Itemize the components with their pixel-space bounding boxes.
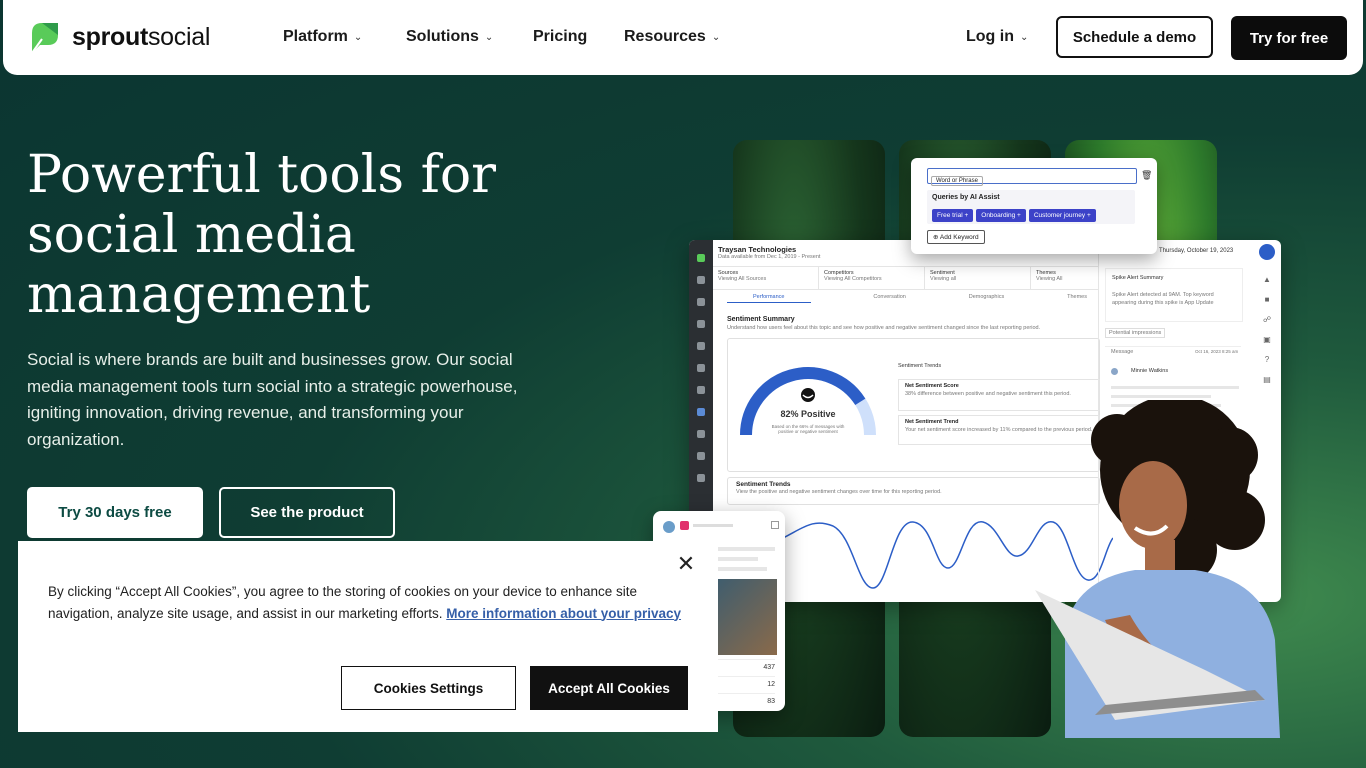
login-menu[interactable]: Log in ⌄ [966,28,1028,46]
alert-text: Spike Alert detected at 9AM. Top keyword… [1112,292,1214,306]
gauge-label: 82% Positive [780,409,836,419]
compose-icon[interactable] [1259,244,1275,260]
schedule-demo-button[interactable]: Schedule a demo [1056,16,1213,58]
tab-conversation[interactable]: Conversation [873,294,905,303]
plus-icon: ⊕ [933,234,939,241]
chevron-down-icon: ⌄ [1019,31,1029,43]
privacy-link[interactable]: More information about your privacy [446,606,681,621]
sprout-social-logo[interactable]: sproutsocial [28,19,210,55]
close-icon[interactable]: ✕ [675,553,697,575]
spike-alert-card: Spike Alert Summary Spike Alert detected… [1105,268,1243,322]
tab-demographics[interactable]: Demographics [969,294,1004,303]
ai-query-card: Word or Phrase 🗑 Queries by AI Assist Fr… [911,158,1157,254]
sprout-leaf-icon [31,23,58,54]
query-chips: Free trial + Onboarding + Customer journey… [927,201,1135,222]
nav-resources-label: Resources [624,28,706,45]
potential-impressions-select[interactable]: Potential impressions [1105,328,1166,338]
instagram-icon [680,521,689,530]
chevron-down-icon: ⌄ [353,31,363,43]
avatar [663,521,675,533]
chip-free-trial[interactable]: Free trial + [932,209,974,222]
add-keyword-button[interactable]: ⊕ Add Keyword [927,230,985,244]
login-label: Log in [966,28,1014,45]
compass-icon [697,298,705,306]
post-image [717,579,777,655]
tab-performance[interactable]: Performance [727,294,811,303]
date-header: Thursday, October 19, 2023 [1159,248,1234,254]
toolbar-icons: ▲ ■ ☍ ▣? ▤ [1262,275,1272,384]
filter-sources[interactable]: Sources Viewing All Sources [713,267,819,289]
bot-icon [697,452,705,460]
text-placeholder [1111,386,1239,389]
nav-solutions[interactable]: Solutions ⌄ [406,28,493,46]
nav-platform[interactable]: Platform ⌄ [283,28,362,46]
checkbox[interactable] [771,521,779,529]
ai-assist-panel: Queries by AI Assist Free trial + Onboard… [927,190,1135,224]
list-icon [697,364,705,372]
star-icon [697,474,705,482]
folder-icon [697,276,705,284]
cookie-consent-banner: ✕ By clicking “Accept All Cookies”, you … [18,541,718,732]
ai-assist-heading: Queries by AI Assist [932,194,1000,201]
trends-heading: Sentiment Trends [898,363,942,369]
dashboard-tabs: Performance Conversation Demographics Th… [727,294,1087,303]
nav-solutions-label: Solutions [406,28,479,45]
pin-icon [697,342,705,350]
send-icon [697,386,705,394]
tab-themes[interactable]: Themes [1067,294,1087,303]
avatar [1111,368,1118,375]
reports-icon [697,430,705,438]
alert-title: Spike Alert Summary [1112,275,1164,281]
try-free-button[interactable]: Try for free [1231,16,1347,60]
text-placeholder [1111,395,1211,398]
filter-competitors[interactable]: Competitors Viewing All Competitors [819,267,925,289]
filter-bar: Sources Viewing All Sources Competitors … [713,266,1098,290]
keyword-type-select[interactable]: Word or Phrase [931,176,983,186]
see-product-button[interactable]: See the product [219,487,395,538]
text-placeholder [693,524,733,527]
woman-with-laptop-photo [1035,400,1280,738]
accept-all-cookies-button[interactable]: Accept All Cookies [530,666,688,710]
summary-subtitle: Understand how users feel about this top… [727,325,1041,331]
message-date: Oct 16, 2023 8:25 am [1195,349,1239,354]
top-navigation: sproutsocial Platform ⌄ Solutions ⌄ Pric… [3,0,1363,75]
filter-themes[interactable]: Themes Viewing All [1031,267,1098,289]
message-label: Message [1111,349,1134,355]
hero-title: Powerful tools for social media manageme… [27,145,496,325]
company-name: Traysan Technologies [718,245,797,254]
chip-onboarding[interactable]: Onboarding + [976,209,1026,222]
sprout-icon [697,254,705,262]
nav-pricing[interactable]: Pricing [533,28,587,46]
divider [1105,346,1241,347]
nav-platform-label: Platform [283,28,348,45]
try-30-days-button[interactable]: Try 30 days free [27,487,203,538]
nav-pricing-label: Pricing [533,28,588,45]
cookies-settings-button[interactable]: Cookies Settings [341,666,516,710]
cookie-text: By clicking “Accept All Cookies”, you ag… [48,581,688,624]
gauge-note: Based on the 66% of messages with positi… [771,424,845,434]
chip-customer-journey[interactable]: Customer journey + [1028,209,1096,222]
company-sub: Data available from Dec 1, 2019 - Presen… [718,254,821,260]
inbox-icon [697,320,705,328]
summary-title: Sentiment Summary [727,316,795,323]
hero-subtitle: Social is where brands are built and bus… [27,350,518,449]
right-toolbar: ▲ ■ ☍ ▣? ▤ [1257,244,1277,394]
message-user: Minnie Watkins [1131,368,1169,374]
keyword-input[interactable]: Word or Phrase [927,168,1137,186]
nav-resources[interactable]: Resources ⌄ [624,28,720,46]
listening-icon [697,408,705,416]
chevron-down-icon: ⌄ [484,31,494,43]
trash-icon[interactable]: 🗑 [1141,170,1152,181]
logo-wordmark: sproutsocial [72,22,211,51]
filter-sentiment[interactable]: Sentiment Viewing all [925,267,1031,289]
chevron-down-icon: ⌄ [711,31,721,43]
